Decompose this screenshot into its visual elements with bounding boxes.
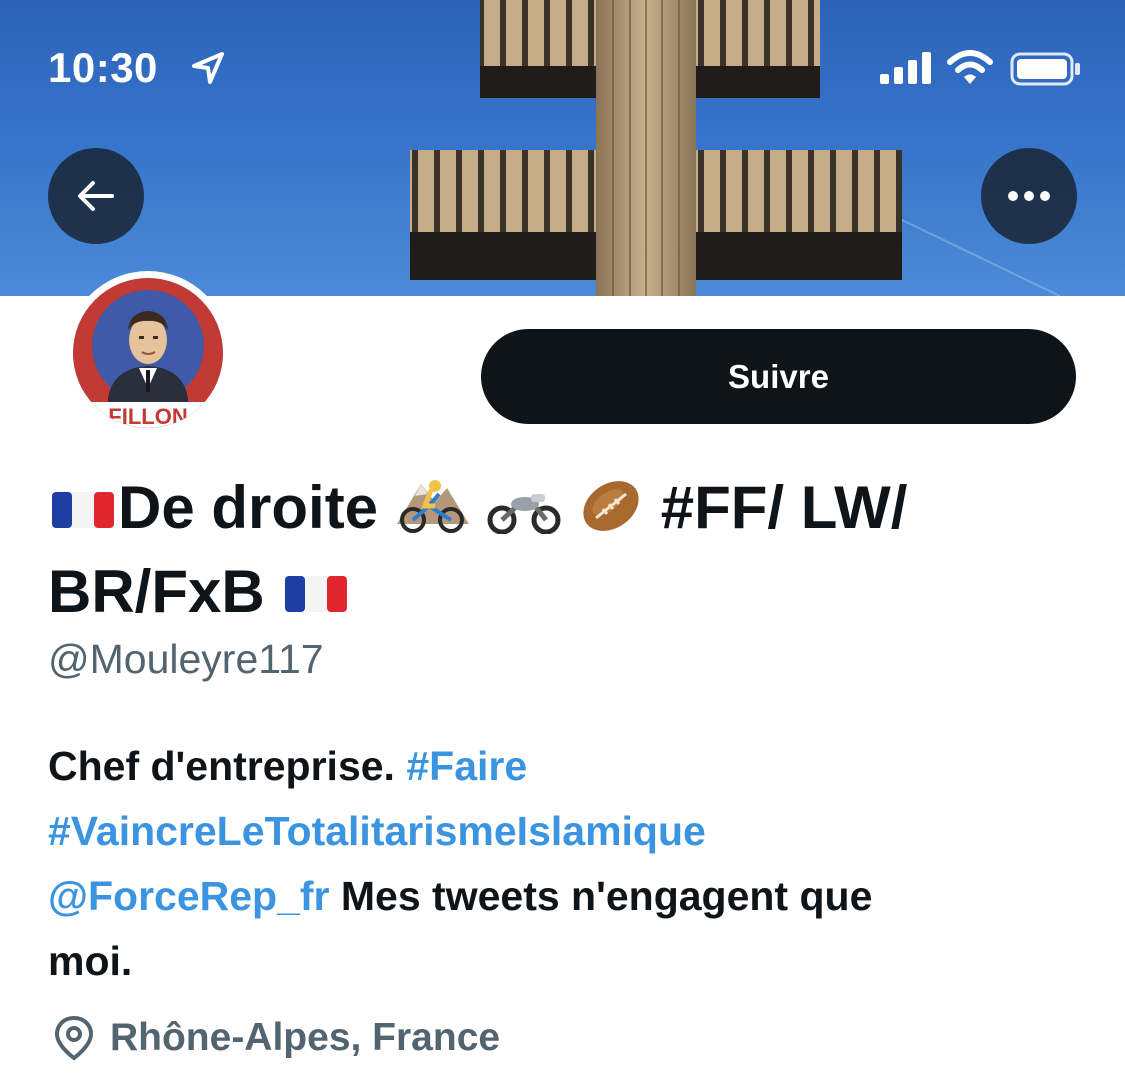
display-name: De droite #FF/ LW/ BR/FxB [48,466,1088,634]
profile-location: Rhône-Alpes, France [52,1014,500,1062]
follow-button[interactable]: Suivre [481,329,1076,424]
rugby-ball-icon [583,481,639,531]
bio-hashtag-link[interactable]: #Faire [406,743,527,789]
display-name-tags: #FF/ LW/ [660,474,908,541]
avatar[interactable]: FILLON [66,271,230,435]
wifi-icon [947,50,993,84]
profile-bio: Chef d'entreprise. #Faire #VaincreLeTota… [48,734,1068,994]
location-pin-icon [54,1015,94,1061]
flag-france-icon [285,576,348,612]
avatar-lettering: FILLON [108,404,187,428]
back-button[interactable] [48,148,144,244]
bio-text: moi. [48,938,133,984]
display-name-prefix: De droite [118,474,379,541]
ellipsis-icon [1008,191,1050,201]
more-options-button[interactable] [981,148,1077,244]
bio-text: Chef d'entreprise. [48,743,395,789]
cellular-signal-icon [880,52,931,84]
battery-icon [1010,52,1080,86]
mountain-biker-icon [396,480,469,533]
avatar-image: FILLON [73,278,223,428]
arrow-left-icon [78,181,114,211]
bio-text: Mes tweets n'engagent que [340,873,873,919]
status-time: 10:30 [48,44,158,91]
location-arrow-icon [192,52,224,84]
motorcycle-icon [487,494,561,534]
location-text: Rhône-Alpes, France [110,1016,501,1059]
bio-hashtag-link[interactable]: #VaincreLeTotalitarismeIslamique [48,808,706,854]
display-name-line2: BR/FxB [48,558,265,625]
flag-france-icon [52,492,114,528]
status-bar: 10:30 [0,0,1125,140]
user-handle: @Mouleyre117 [48,636,324,682]
bio-mention-link[interactable]: @ForceRep_fr [48,873,330,919]
